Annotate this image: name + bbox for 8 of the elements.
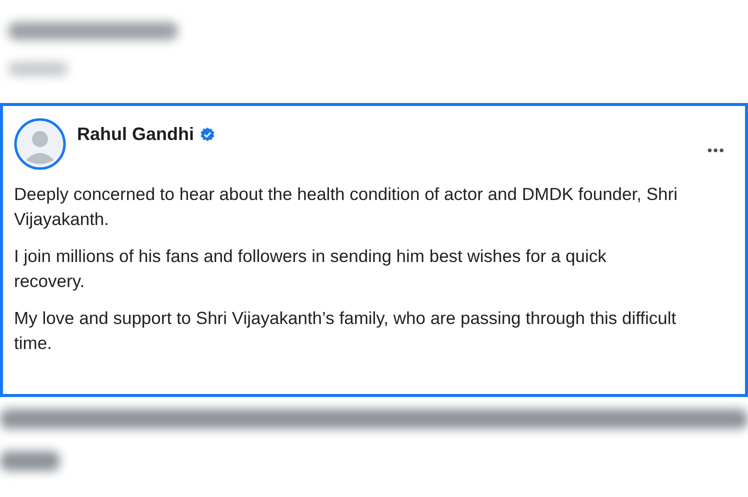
post-text: I join millions of his fans and followers in sending him best wishes for a quick recovery. — [14, 245, 608, 293]
post-text: Deeply concerned to hear about the health condition of actor and DMDK founder, Shri Vijayakanth. — [14, 183, 678, 231]
blurred-text — [0, 451, 60, 471]
post-text: My love and support to Shri Vijayakanth’s family, who are passing through this difficult time. — [14, 307, 678, 355]
more-options-button[interactable]: ••• — [701, 140, 731, 160]
author-name[interactable]: Rahul Gandhi — [77, 124, 194, 145]
avatar-icon — [14, 118, 66, 170]
blurred-text — [8, 62, 68, 76]
